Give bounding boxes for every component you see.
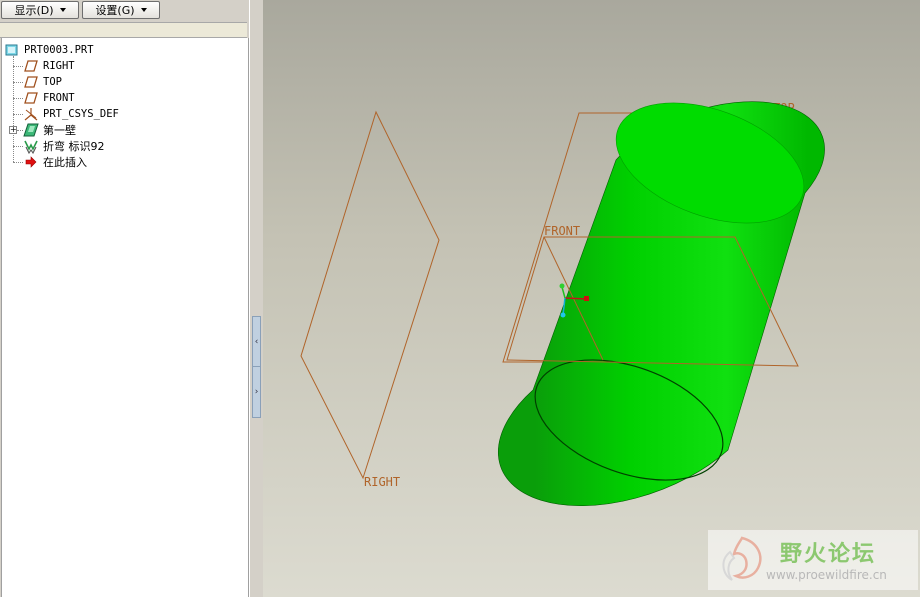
chevron-down-icon	[59, 8, 66, 12]
tree-column-header[interactable]	[0, 22, 247, 38]
bend-icon	[23, 139, 39, 154]
display-menu-label: 显示(D)	[14, 4, 54, 17]
first-wall-icon	[23, 123, 39, 137]
tree-connector	[13, 146, 23, 147]
tree-connector	[13, 82, 23, 83]
watermark-title: 野火论坛	[780, 542, 877, 567]
tree-item-label: 第一壁	[43, 124, 76, 137]
tree-item-label: RIGHT	[43, 60, 75, 72]
tree-connector	[13, 114, 23, 115]
panel-splitter[interactable]: ‹ ›	[249, 0, 264, 597]
right-datum-plane[interactable]	[300, 110, 440, 480]
front-datum-label: FRONT	[544, 224, 580, 238]
tree-item-csys[interactable]: PRT_CSYS_DEF	[23, 106, 119, 122]
datum-plane-icon	[23, 75, 39, 89]
tree-item-bend[interactable]: 折弯 标识92	[23, 138, 105, 154]
tree-item-label: 折弯 标识92	[43, 140, 105, 153]
model-tree: PRT0003.PRT RIGHT TOP FRONT PRT_CSYS_DEF…	[1, 38, 249, 597]
tree-item-root[interactable]: PRT0003.PRT	[4, 42, 94, 58]
collapse-left-button[interactable]: ‹	[252, 316, 261, 368]
graphics-viewport[interactable]: RIGHT TOP FRONT 野火论坛 www.pro	[263, 0, 920, 597]
chevron-right-icon: ›	[254, 387, 259, 397]
tree-item-label: 在此插入	[43, 156, 87, 169]
tree-item-front[interactable]: FRONT	[23, 90, 75, 106]
datum-plane-icon	[23, 91, 39, 105]
tree-item-top[interactable]: TOP	[23, 74, 62, 90]
tree-item-label: PRT_CSYS_DEF	[43, 108, 119, 120]
tree-connector	[13, 66, 23, 67]
chevron-left-icon: ‹	[254, 337, 259, 347]
model-tree-panel: 显示(D) 设置(G) PRT0003.PRT RIGHT TOP FRONT …	[0, 0, 249, 597]
tree-connector	[13, 98, 23, 99]
tree-item-label: TOP	[43, 76, 62, 88]
tree-item-right[interactable]: RIGHT	[23, 58, 75, 74]
watermark-url: www.proewildfire.cn	[766, 568, 887, 582]
datum-plane-icon	[23, 59, 39, 73]
coordinate-system-icon	[23, 107, 39, 121]
settings-menu-label: 设置(G)	[95, 4, 135, 17]
expand-right-button[interactable]: ›	[252, 366, 261, 418]
forum-watermark: 野火论坛 www.proewildfire.cn	[708, 530, 918, 590]
insert-here-arrow-icon	[23, 155, 39, 169]
flame-logo-icon	[722, 536, 762, 581]
tree-item-insert-here[interactable]: 在此插入	[23, 154, 87, 170]
tree-item-label: FRONT	[43, 92, 75, 104]
settings-menu-button[interactable]: 设置(G)	[82, 1, 160, 19]
expand-toggle[interactable]: +	[9, 126, 17, 134]
right-datum-label: RIGHT	[364, 475, 400, 489]
tree-connector	[13, 162, 23, 163]
display-menu-button[interactable]: 显示(D)	[1, 1, 79, 19]
cylinder-solid[interactable]	[497, 80, 825, 507]
chevron-down-icon	[140, 8, 147, 12]
tree-item-label: PRT0003.PRT	[24, 44, 94, 56]
tree-item-first-wall[interactable]: 第一壁	[23, 122, 76, 138]
model-tree-toolbar: 显示(D) 设置(G)	[0, 0, 249, 22]
part-icon	[4, 43, 20, 57]
model-scene: RIGHT TOP FRONT	[300, 80, 825, 507]
